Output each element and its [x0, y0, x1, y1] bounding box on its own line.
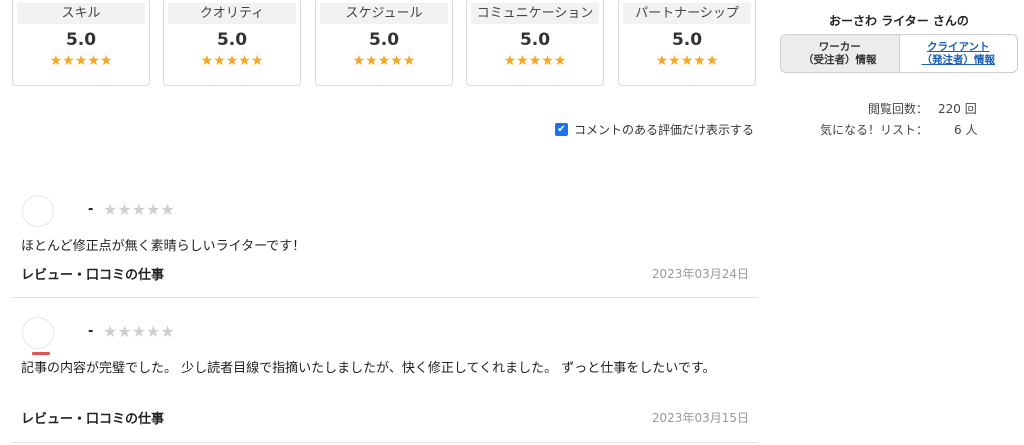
review-job-title[interactable]: レビュー・口コミの仕事 [21, 264, 164, 283]
tab-worker-line2: （受注者）情報 [803, 53, 877, 66]
favorite-list-value: 6 人 [954, 123, 978, 137]
rating-card-partnership: パートナーシップ 5.0 ★★★★★ [618, 0, 756, 86]
rating-card-stars: ★★★★★ [49, 53, 113, 69]
favorite-list-label: 気になる！リスト： [820, 123, 929, 137]
rating-cards: スキル 5.0 ★★★★★ クオリティ 5.0 ★★★★★ スケジュール 5.0… [12, 0, 758, 90]
rating-card-label: スキル [17, 3, 145, 24]
rating-card-value: 5.0 [216, 30, 248, 50]
rating-card-value: 5.0 [519, 30, 551, 50]
view-count-label: 閲覧回数： [868, 102, 929, 116]
rating-card-quality: クオリティ 5.0 ★★★★★ [163, 0, 301, 86]
checkbox-checked-icon[interactable]: ✔ [555, 123, 568, 136]
review-date: 2023年03月24日 [651, 267, 749, 281]
rating-card-label: スケジュール [320, 3, 448, 24]
rating-card-stars: ★★★★★ [352, 53, 416, 69]
review-divider [12, 442, 758, 443]
rating-card-skill: スキル 5.0 ★★★★★ [12, 0, 150, 86]
rating-card-stars: ★★★★★ [655, 53, 719, 69]
rating-card-label: クオリティ [168, 3, 296, 24]
tab-client-info[interactable]: クライアント （発注者）情報 [900, 35, 1018, 72]
rating-card-stars: ★★★★★ [200, 53, 264, 69]
comment-only-filter[interactable]: ✔ コメントのある評価だけ表示する [555, 121, 754, 138]
tab-client-line1: クライアント [926, 40, 990, 53]
review-divider [12, 297, 758, 298]
reviewer-avatar[interactable] [22, 317, 54, 349]
reviewer-avatar[interactable] [22, 195, 54, 227]
rating-card-label: コミュニケーション [471, 3, 599, 24]
review-comment: ほとんど修正点が無く素晴らしいライターです！ [21, 239, 306, 254]
rating-card-stars: ★★★★★ [503, 53, 567, 69]
rating-card-schedule: スケジュール 5.0 ★★★★★ [315, 0, 453, 86]
profile-owner-title: おーさわ ライター さんの [829, 14, 969, 28]
role-tabs: ワーカー （受注者）情報 クライアント （発注者）情報 [780, 34, 1018, 73]
tab-worker-line1: ワーカー [818, 40, 861, 53]
rating-card-value: 5.0 [671, 30, 703, 50]
rating-card-label: パートナーシップ [623, 3, 751, 24]
review-comment: 記事の内容が完璧でした。 少し読者目線で指摘いたしましたが、快く修正してくれまし… [21, 361, 716, 376]
review-stars: ★★★★★ [103, 200, 175, 219]
review-date: 2023年03月15日 [651, 411, 749, 425]
view-count-value: 220 回 [938, 102, 977, 116]
review-stars: ★★★★★ [103, 322, 175, 341]
avatar-badge-icon [32, 352, 50, 355]
reviewer-name: - [88, 324, 94, 339]
tab-client-line2: （発注者）情報 [921, 53, 996, 66]
tab-worker-info[interactable]: ワーカー （受注者）情報 [781, 35, 900, 72]
reviewer-name: - [88, 202, 94, 217]
rating-card-communication: コミュニケーション 5.0 ★★★★★ [466, 0, 604, 86]
review-item: - ★★★★★ 記事の内容が完璧でした。 少し読者目線で指摘いたしましたが、快く… [12, 312, 758, 444]
rating-card-value: 5.0 [65, 30, 97, 50]
review-item: - ★★★★★ ほとんど修正点が無く素晴らしいライターです！ レビュー・口コミの… [12, 190, 758, 298]
comment-only-filter-label: コメントのある評価だけ表示する [574, 123, 755, 137]
review-job-title[interactable]: レビュー・口コミの仕事 [21, 408, 164, 427]
rating-card-value: 5.0 [368, 30, 400, 50]
